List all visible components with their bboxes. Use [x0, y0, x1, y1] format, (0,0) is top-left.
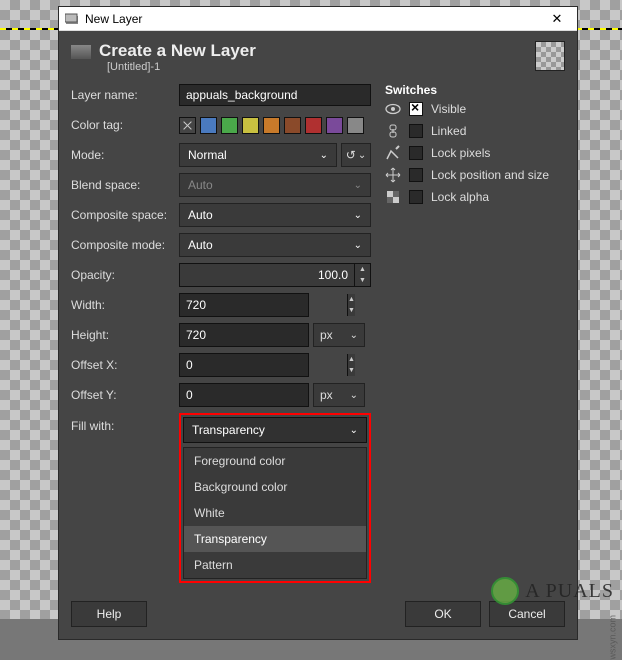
label-layer-name: Layer name:: [71, 88, 179, 102]
chevron-down-icon: ⌄: [350, 390, 358, 401]
layer-icon: [71, 45, 91, 59]
offset-x-spinner[interactable]: ▲▼: [179, 353, 309, 377]
ok-button[interactable]: OK: [405, 601, 481, 627]
fill-option-foreground-color[interactable]: Foreground color: [184, 448, 366, 474]
offset-y-spinner[interactable]: ▲▼: [179, 383, 309, 407]
color-tag-swatch[interactable]: [263, 117, 280, 134]
composite-space-dropdown[interactable]: Auto⌄: [179, 203, 371, 227]
lock_position-label: Lock position and size: [431, 168, 549, 182]
lock_alpha-label: Lock alpha: [431, 190, 489, 204]
linked-label: Linked: [431, 124, 466, 138]
help-button[interactable]: Help: [71, 601, 147, 627]
color-tag-swatch[interactable]: [326, 117, 343, 134]
fill-option-white[interactable]: White: [184, 500, 366, 526]
lock_pixels-checkbox[interactable]: [409, 146, 423, 160]
label-offset-x: Offset X:: [71, 358, 179, 372]
opacity-spinner[interactable]: ▲▼: [179, 263, 371, 287]
lock_alpha-checkbox[interactable]: [409, 190, 423, 204]
fill-with-menu: Foreground colorBackground colorWhiteTra…: [183, 447, 367, 579]
blend-space-dropdown[interactable]: Auto⌄: [179, 173, 371, 197]
layer-preview-swatch: [535, 41, 565, 71]
width-spinner[interactable]: ▲▼: [179, 293, 309, 317]
app-icon: [65, 12, 79, 26]
mode-reset-button[interactable]: ↺⌄: [341, 143, 371, 167]
linked-checkbox[interactable]: [409, 124, 423, 138]
spin-down-icon[interactable]: ▼: [354, 275, 370, 286]
color-tag-swatch[interactable]: [305, 117, 322, 134]
fill-option-background-color[interactable]: Background color: [184, 474, 366, 500]
label-fill-with: Fill with:: [71, 413, 179, 433]
chevron-down-icon: ⌄: [320, 150, 328, 161]
switch-row-lock_alpha: Lock alpha: [385, 189, 565, 205]
fill-option-pattern[interactable]: Pattern: [184, 552, 366, 578]
chevron-down-icon: ⌄: [354, 240, 362, 251]
linked-icon: [385, 123, 401, 139]
switch-row-visible: Visible: [385, 101, 565, 117]
label-composite-mode: Composite mode:: [71, 238, 179, 252]
height-spinner[interactable]: ▲▼: [179, 323, 309, 347]
label-mode: Mode:: [71, 148, 179, 162]
switch-row-linked: Linked: [385, 123, 565, 139]
label-composite-space: Composite space:: [71, 208, 179, 222]
lock_position-icon: [385, 167, 401, 183]
label-blend-space: Blend space:: [71, 178, 179, 192]
watermark-logo-icon: [491, 577, 519, 605]
chevron-down-icon: ⌄: [354, 210, 362, 221]
color-tag-swatch[interactable]: [200, 117, 217, 134]
close-button[interactable]: ✕: [543, 9, 571, 29]
layer-name-input[interactable]: [179, 84, 371, 106]
window-title: New Layer: [85, 12, 543, 26]
highlight-annotation: Transparency⌄ Foreground colorBackground…: [179, 413, 371, 583]
offset-unit-dropdown[interactable]: px⌄: [313, 383, 365, 407]
composite-mode-dropdown[interactable]: Auto⌄: [179, 233, 371, 257]
dialog-subtitle: [Untitled]-1: [107, 61, 256, 73]
color-tag-swatch[interactable]: [242, 117, 259, 134]
watermark-text: A PUALS: [525, 580, 614, 603]
label-opacity: Opacity:: [71, 268, 179, 282]
dialog-title: Create a New Layer: [99, 41, 256, 61]
color-tag-swatch[interactable]: [284, 117, 301, 134]
fill-with-dropdown[interactable]: Transparency⌄: [183, 417, 367, 443]
chevron-down-icon: ⌄: [350, 330, 358, 341]
switch-row-lock_position: Lock position and size: [385, 167, 565, 183]
chevron-down-icon: ⌄: [350, 425, 358, 436]
watermark: A PUALS wsxyn.com: [491, 577, 614, 605]
visible-icon: [385, 101, 401, 117]
lock_position-checkbox[interactable]: [409, 168, 423, 182]
size-unit-dropdown[interactable]: px⌄: [313, 323, 365, 347]
switches-heading: Switches: [385, 83, 565, 97]
label-width: Width:: [71, 298, 179, 312]
chevron-down-icon: ⌄: [354, 180, 362, 191]
lock_alpha-icon: [385, 189, 401, 205]
color-tag-swatch[interactable]: [347, 117, 364, 134]
label-color-tag: Color tag:: [71, 118, 179, 132]
new-layer-dialog: New Layer ✕ Create a New Layer [Untitled…: [58, 6, 578, 640]
color-tag-swatch[interactable]: [221, 117, 238, 134]
label-height: Height:: [71, 328, 179, 342]
visible-label: Visible: [431, 102, 466, 116]
label-offset-y: Offset Y:: [71, 388, 179, 402]
color-tag-picker[interactable]: [179, 117, 371, 134]
color-tag-swatch[interactable]: [179, 117, 196, 134]
fill-option-transparency[interactable]: Transparency: [184, 526, 366, 552]
titlebar[interactable]: New Layer ✕: [59, 7, 577, 31]
lock_pixels-icon: [385, 145, 401, 161]
visible-checkbox[interactable]: [409, 102, 423, 116]
mode-dropdown[interactable]: Normal⌄: [179, 143, 337, 167]
lock_pixels-label: Lock pixels: [431, 146, 490, 160]
watermark-side: wsxyn.com: [608, 615, 618, 660]
spin-up-icon[interactable]: ▲: [354, 264, 370, 275]
switch-row-lock_pixels: Lock pixels: [385, 145, 565, 161]
